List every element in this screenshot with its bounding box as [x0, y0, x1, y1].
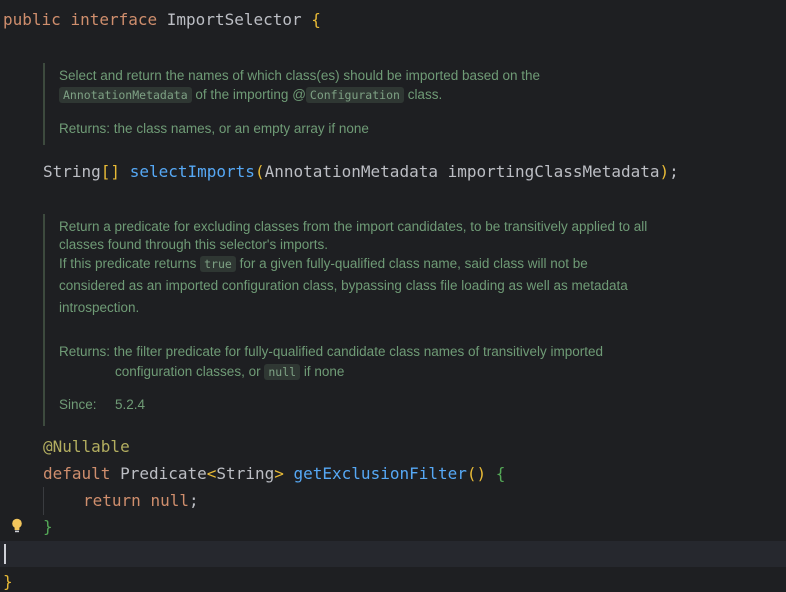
indent-guide [43, 487, 44, 515]
nullable-annotation[interactable]: @Nullable [43, 437, 130, 457]
javadoc-select-imports: Select and return the names of which cla… [43, 63, 618, 145]
interface-declaration[interactable]: public interface ImportSelector { [3, 10, 321, 30]
text-caret [4, 544, 6, 564]
select-imports-method[interactable]: String[] selectImports(AnnotationMetadat… [43, 162, 679, 182]
code-chip: AnnotationMetadata [59, 87, 192, 103]
current-line-highlight [0, 541, 786, 567]
method-closing-brace: } [43, 517, 53, 536]
interface-closing-brace: } [3, 572, 13, 591]
method-name[interactable]: getExclusionFilter [294, 464, 467, 483]
code-chip: true [200, 256, 236, 272]
get-exclusion-filter-method[interactable]: default Predicate<String> getExclusionFi… [43, 464, 505, 484]
code-chip: Configuration [305, 87, 404, 103]
interface-name: ImportSelector [166, 10, 302, 29]
code-chip: null [264, 364, 301, 380]
method-name[interactable]: selectImports [130, 162, 255, 181]
return-statement[interactable]: return null; [83, 491, 199, 511]
javadoc-exclusion-filter: Return a predicate for excluding classes… [43, 214, 698, 426]
lightbulb-icon[interactable] [11, 518, 23, 538]
